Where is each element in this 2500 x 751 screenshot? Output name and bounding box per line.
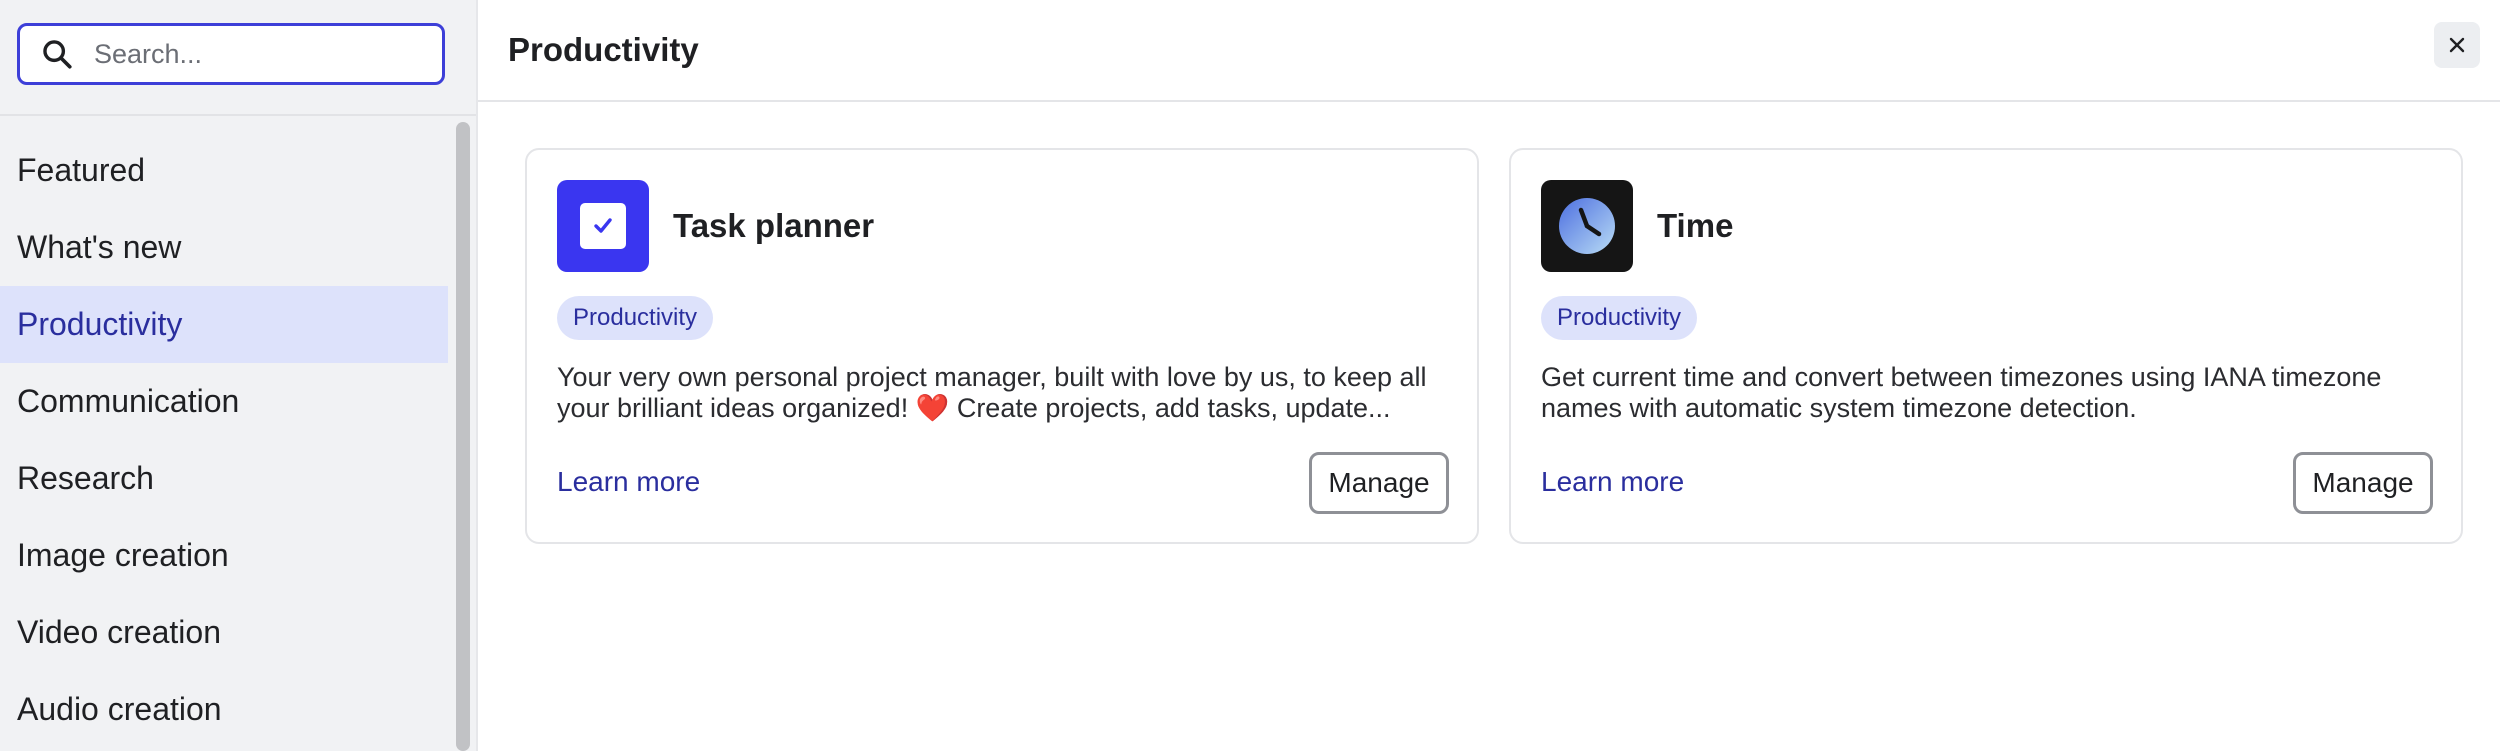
category-nav: Featured What's new Productivity Communi… <box>0 132 448 748</box>
clock-icon <box>1559 198 1615 254</box>
sidebar-item-communication[interactable]: Communication <box>0 363 448 440</box>
learn-more-link[interactable]: Learn more <box>557 466 700 498</box>
task-planner-app-icon <box>557 180 649 272</box>
app-cards: Task planner Productivity Your very own … <box>525 148 2463 544</box>
close-button[interactable] <box>2434 22 2480 68</box>
sidebar-item-video-creation[interactable]: Video creation <box>0 594 448 671</box>
search-area <box>0 0 476 116</box>
manage-button[interactable]: Manage <box>1309 452 1449 514</box>
app-card-task-planner: Task planner Productivity Your very own … <box>525 148 1479 544</box>
page-title: Productivity <box>508 31 699 68</box>
main-panel: Productivity Task planner Productivity Y… <box>478 0 2500 751</box>
card-title: Time <box>1657 207 1734 244</box>
search-icon <box>43 40 72 69</box>
app-card-time: Time Productivity Get current time and c… <box>1509 148 2463 544</box>
card-description: Get current time and convert between tim… <box>1541 362 2382 423</box>
close-icon <box>2449 37 2465 53</box>
sidebar: Featured What's new Productivity Communi… <box>0 0 478 751</box>
manage-button[interactable]: Manage <box>2293 452 2433 514</box>
category-badge: Productivity <box>1541 296 1698 340</box>
card-header: Time <box>1541 180 2431 272</box>
scrollbar-thumb[interactable] <box>456 122 470 751</box>
sidebar-scrollbar[interactable] <box>452 120 474 751</box>
time-app-icon <box>1541 180 1633 272</box>
learn-more-link[interactable]: Learn more <box>1541 466 1684 498</box>
sidebar-item-research[interactable]: Research <box>0 440 448 517</box>
main-header: Productivity <box>478 0 2500 102</box>
search-box[interactable] <box>17 23 445 85</box>
card-header: Task planner <box>557 180 1447 272</box>
card-title: Task planner <box>673 207 875 244</box>
checkbox-icon <box>580 203 626 249</box>
card-description: Your very own personal project manager, … <box>557 362 1427 423</box>
sidebar-item-whats-new[interactable]: What's new <box>0 209 448 286</box>
sidebar-item-image-creation[interactable]: Image creation <box>0 517 448 594</box>
sidebar-item-audio-creation[interactable]: Audio creation <box>0 671 448 748</box>
sidebar-item-featured[interactable]: Featured <box>0 132 448 209</box>
app-root: Featured What's new Productivity Communi… <box>0 0 2500 751</box>
sidebar-item-productivity[interactable]: Productivity <box>0 286 448 363</box>
category-badge: Productivity <box>557 296 714 340</box>
search-input[interactable] <box>94 38 414 70</box>
